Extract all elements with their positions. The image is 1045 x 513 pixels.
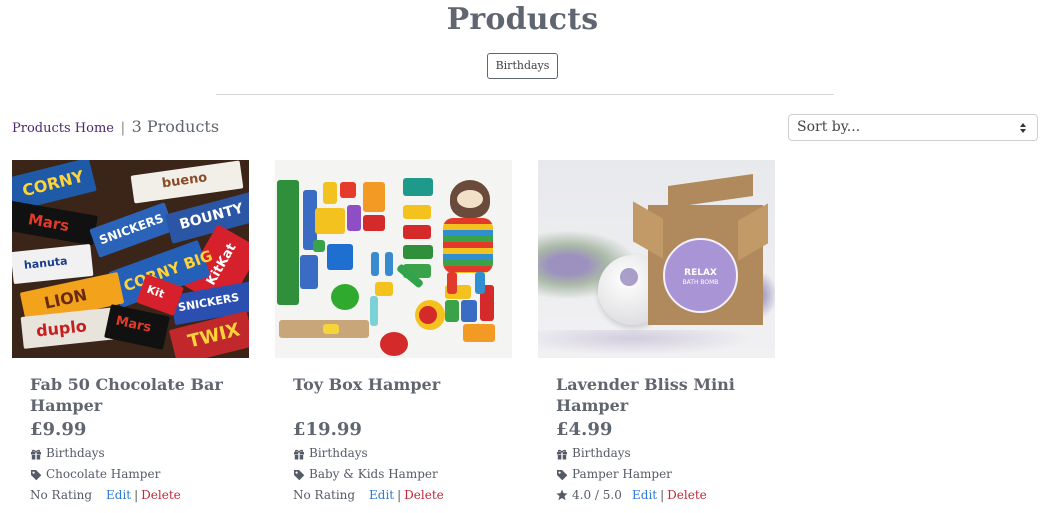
- bar-label: TWIX: [185, 319, 243, 353]
- bar-label: LION: [42, 285, 89, 313]
- product-price: £4.99: [556, 419, 613, 440]
- bar-label: CORNY: [20, 166, 86, 201]
- tag-label[interactable]: Chocolate Hamper: [46, 464, 160, 485]
- tag-label[interactable]: Pamper Hamper: [572, 464, 672, 485]
- product-category: Birthdays: [556, 443, 775, 464]
- bar-label: bueno: [160, 170, 209, 192]
- product-name[interactable]: Toy Box Hamper: [293, 374, 512, 416]
- product-card: RELAX BATH BOMB Lavender Bliss Mini Hamp…: [538, 160, 775, 505]
- header-divider: [216, 94, 834, 95]
- bar-label: Mars: [114, 313, 153, 336]
- product-actions: No Rating Edit | Delete: [293, 485, 512, 505]
- lavender-label-sub: BATH BOMB: [682, 279, 719, 286]
- product-image[interactable]: CORNY bueno Mars SNICKERS BOUNTY KitKat …: [12, 160, 249, 358]
- action-separator: |: [660, 488, 665, 502]
- gift-icon: [557, 449, 567, 459]
- bar-label: BOUNTY: [177, 200, 246, 233]
- products-home-link[interactable]: Products Home: [12, 121, 114, 136]
- gift-icon: [294, 449, 304, 459]
- product-price: £19.99: [293, 419, 362, 440]
- product-card: CORNY bueno Mars SNICKERS BOUNTY KitKat …: [12, 160, 249, 505]
- product-image[interactable]: RELAX BATH BOMB: [538, 160, 775, 358]
- category-label[interactable]: Birthdays: [572, 443, 631, 464]
- edit-link[interactable]: Edit: [106, 485, 131, 505]
- product-actions: No Rating Edit | Delete: [30, 485, 249, 505]
- category-badge-birthdays[interactable]: Birthdays: [486, 53, 559, 79]
- star-icon: [556, 489, 568, 501]
- gift-icon: [31, 449, 41, 459]
- edit-link[interactable]: Edit: [632, 485, 657, 505]
- category-filter: Birthdays: [0, 53, 1045, 79]
- delete-link[interactable]: Delete: [667, 485, 707, 505]
- delete-link[interactable]: Delete: [141, 485, 181, 505]
- tag-label[interactable]: Baby & Kids Hamper: [309, 464, 438, 485]
- product-tag: Chocolate Hamper: [30, 464, 249, 485]
- product-image[interactable]: [275, 160, 512, 358]
- product-name[interactable]: Fab 50 Chocolate Bar Hamper: [30, 374, 249, 416]
- product-card: Toy Box Hamper £19.99 Birthdays Baby & K…: [275, 160, 512, 505]
- bar-label: hanuta: [23, 254, 69, 272]
- product-tag: Pamper Hamper: [556, 464, 775, 485]
- chevron-updown-icon: [1020, 123, 1026, 133]
- tag-icon: [31, 469, 42, 480]
- delete-link[interactable]: Delete: [404, 485, 444, 505]
- bar-label: SNICKERS: [97, 211, 166, 248]
- product-rating: 4.0 / 5.0: [556, 485, 632, 505]
- category-label[interactable]: Birthdays: [46, 443, 105, 464]
- lavender-label-title: RELAX: [684, 268, 717, 278]
- product-tag: Baby & Kids Hamper: [293, 464, 512, 485]
- sort-select[interactable]: Sort by...: [788, 114, 1038, 141]
- bar-label: SNICKERS: [177, 290, 241, 315]
- sort-select-value: Sort by...: [797, 119, 861, 135]
- product-rating: No Rating: [30, 488, 93, 502]
- product-name[interactable]: Lavender Bliss Mini Hamper: [556, 374, 775, 416]
- tag-icon: [557, 469, 568, 480]
- product-rating: No Rating: [293, 488, 356, 502]
- bar-label: Mars: [26, 210, 71, 236]
- breadcrumb: Products Home | 3 Products: [12, 117, 219, 136]
- product-count: 3 Products: [131, 117, 220, 136]
- tag-icon: [294, 469, 305, 480]
- product-actions: 4.0 / 5.0 Edit | Delete: [556, 485, 775, 505]
- product-category: Birthdays: [30, 443, 249, 464]
- rating-value: 4.0 / 5.0: [572, 488, 622, 502]
- edit-link[interactable]: Edit: [369, 485, 394, 505]
- page-title: Products: [446, 2, 599, 37]
- product-category: Birthdays: [293, 443, 512, 464]
- breadcrumb-separator: |: [120, 120, 126, 136]
- bar-label: duplo: [35, 316, 88, 341]
- product-price: £9.99: [30, 419, 87, 440]
- category-label[interactable]: Birthdays: [309, 443, 368, 464]
- action-separator: |: [134, 488, 139, 502]
- bar-label: Kit: [145, 282, 167, 301]
- action-separator: |: [397, 488, 402, 502]
